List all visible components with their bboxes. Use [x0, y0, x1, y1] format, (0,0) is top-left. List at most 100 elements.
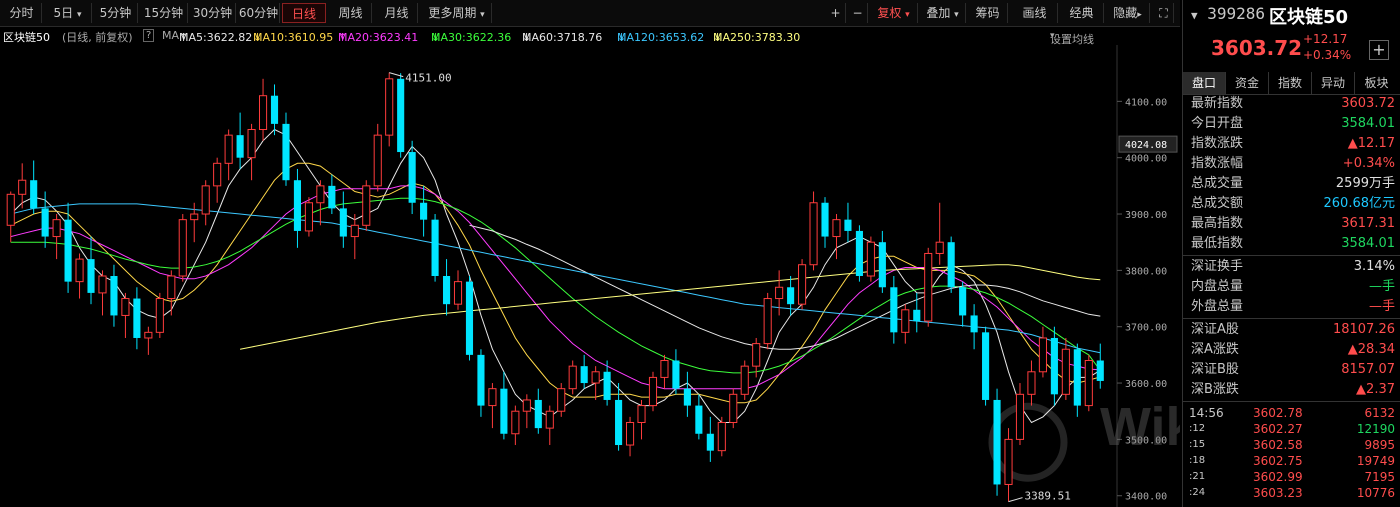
- ma-legend-label: MA20:3623.41: [338, 31, 419, 44]
- hide-button[interactable]: 隐藏▸: [1106, 3, 1150, 23]
- candle-body-up: [935, 241, 944, 254]
- more-periods-dropdown[interactable]: 更多周期 ▾: [422, 3, 492, 23]
- candle-body-up: [729, 393, 738, 423]
- index-name-label: 区块链50: [3, 31, 50, 44]
- zoom-out-button[interactable]: −: [848, 3, 868, 23]
- candle-body-up: [1061, 348, 1070, 395]
- candle-body-down: [982, 332, 990, 400]
- quote-row-label: 最新指数: [1191, 96, 1244, 111]
- candle-body-up: [18, 179, 27, 195]
- quote-row-label: 深B涨跌: [1191, 382, 1239, 397]
- quote-row-value: —手: [1368, 279, 1395, 294]
- candle-body-up: [52, 219, 61, 238]
- candle-body-up: [648, 376, 658, 407]
- quote-row: 最高指数 3617.31: [1183, 214, 1400, 234]
- quote-row-value: 3584.01: [1341, 116, 1395, 131]
- candle-body-down: [339, 208, 347, 237]
- period-tab-60min[interactable]: 60分钟: [238, 3, 280, 23]
- candle-body-up: [752, 343, 761, 367]
- candle-body-up: [625, 421, 635, 446]
- quote-row: 总成交额 260.68亿元: [1183, 194, 1400, 214]
- tick-time: :24: [1189, 487, 1206, 498]
- chevron-down-icon: ▾: [76, 10, 82, 20]
- candle-body-up: [924, 252, 933, 322]
- quote-row: 深证换手 3.14%: [1183, 257, 1400, 277]
- period-tab-intraday[interactable]: 分时: [2, 3, 42, 23]
- ma-line-ma250: [240, 264, 1101, 350]
- candle-body-down: [706, 433, 714, 451]
- ma-trend-arrow-icon: ↓: [522, 31, 532, 44]
- candlestick-chart[interactable]: 3400.003500.003600.003700.003800.003900.…: [0, 45, 1180, 507]
- tab-funds[interactable]: 资金: [1226, 72, 1269, 94]
- candle-body-down: [328, 185, 336, 209]
- watermark-text: WikiBit: [1100, 397, 1180, 457]
- candle-body-down: [821, 202, 829, 237]
- zoom-in-button[interactable]: +: [826, 3, 846, 23]
- low-marker-arrow: [1008, 497, 1023, 503]
- quote-row: 深证B股 8157.07: [1183, 360, 1400, 380]
- candle-body-down: [397, 78, 405, 153]
- candle-body-up: [144, 331, 153, 339]
- period-tab-15min[interactable]: 15分钟: [140, 3, 188, 23]
- candle-body-down: [236, 135, 244, 158]
- candle-body-down: [855, 230, 863, 276]
- period-tab-weekly[interactable]: 周线: [330, 3, 372, 23]
- chevron-down-icon: ▾: [905, 10, 910, 20]
- candle-body-up: [809, 202, 818, 266]
- y-axis-tick-label: 3800.00: [1125, 266, 1167, 277]
- period-tab-30min[interactable]: 30分钟: [190, 3, 236, 23]
- tab-order-book[interactable]: 盘口: [1183, 72, 1226, 94]
- period-tab-monthly[interactable]: 月线: [376, 3, 418, 23]
- quote-row-label: 总成交量: [1191, 176, 1244, 191]
- price-change-pct: +0.34%: [1303, 48, 1352, 62]
- index-name: 区块链50: [1269, 7, 1349, 28]
- period-tab-5day[interactable]: 5日 ▾: [44, 3, 92, 23]
- overlay-dropdown[interactable]: 叠加 ▾: [920, 3, 966, 23]
- candle-body-down: [878, 242, 886, 288]
- candle-body-up: [155, 298, 164, 333]
- period-5day-label: 5日: [53, 6, 74, 20]
- tick-volume: 10776: [1356, 486, 1395, 500]
- quote-row-value: 3.14%: [1353, 259, 1395, 274]
- period-tab-daily[interactable]: 日线: [282, 3, 326, 23]
- candle-body-up: [1015, 393, 1025, 440]
- candle-body-down: [477, 354, 485, 406]
- candle-body-up: [1084, 360, 1093, 407]
- draw-line-button[interactable]: 画线: [1012, 3, 1058, 23]
- classic-button[interactable]: 经典: [1060, 3, 1104, 23]
- candle-body-up: [1004, 438, 1013, 485]
- quote-row: 外盘总量 —手: [1183, 297, 1400, 317]
- quote-row-value: 8157.07: [1341, 362, 1395, 377]
- candle-body-up: [304, 202, 313, 232]
- candle-body-up: [224, 134, 233, 164]
- chips-button[interactable]: 筹码: [968, 3, 1008, 23]
- add-watchlist-button[interactable]: +: [1369, 40, 1389, 60]
- ma-trend-arrow-icon: ↑: [338, 31, 348, 44]
- quote-row-label: 深证A股: [1191, 322, 1239, 337]
- quote-tabs: 盘口 资金 指数 异动 板块: [1183, 72, 1400, 95]
- quote-row: 指数涨幅 +0.34%: [1183, 154, 1400, 174]
- index-code: 399286: [1207, 4, 1266, 23]
- candle-body-up: [316, 185, 325, 204]
- quote-row-label: 外盘总量: [1191, 299, 1244, 314]
- candle-body-down: [913, 309, 921, 322]
- candle-body-up: [832, 219, 841, 238]
- quote-row-value: +0.34%: [1342, 156, 1395, 171]
- ma-trend-arrow-icon: ↓: [431, 31, 441, 44]
- ma-legend: 区块链50 (日线, 前复权) ? MA MA5:3622.82 ↑ MA10:3…: [0, 27, 1180, 46]
- tab-index[interactable]: 指数: [1269, 72, 1312, 94]
- help-icon[interactable]: ?: [143, 29, 155, 42]
- candle-body-up: [866, 241, 875, 277]
- divider: [1183, 318, 1400, 319]
- quote-row-value: 2599万手: [1335, 176, 1395, 191]
- tab-movement[interactable]: 异动: [1312, 72, 1355, 94]
- candle-body-down: [672, 360, 680, 389]
- quote-row-value: ▲12.17: [1347, 136, 1395, 151]
- period-tab-5min[interactable]: 5分钟: [94, 3, 138, 23]
- fullscreen-icon[interactable]: ⛶: [1154, 3, 1174, 23]
- candle-body-up: [901, 309, 910, 333]
- adjust-rights-dropdown[interactable]: 复权 ▾: [870, 3, 918, 23]
- low-annotation: 3389.51: [1025, 490, 1071, 503]
- quote-row: 指数涨跌 ▲12.17: [1183, 134, 1400, 154]
- tab-sector[interactable]: 板块: [1355, 72, 1398, 94]
